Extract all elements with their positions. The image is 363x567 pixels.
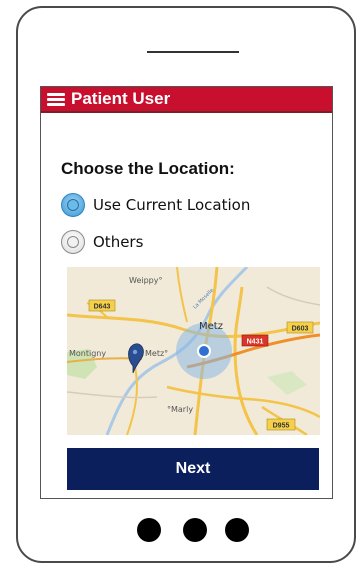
radio-label-current-location: Use Current Location — [93, 196, 251, 214]
svg-text:D955: D955 — [273, 423, 290, 430]
svg-text:D603: D603 — [292, 326, 309, 333]
road-shield-d955: D955 — [266, 418, 296, 431]
app-screen: Patient User Choose the Location: Use Cu… — [40, 86, 333, 499]
radio-others[interactable]: Others — [61, 229, 143, 255]
app-title: Patient User — [71, 89, 171, 108]
road-shield-d643: D643 — [88, 299, 116, 312]
map-label-metz: Metz — [199, 321, 223, 332]
radio-use-current-location[interactable]: Use Current Location — [61, 192, 250, 218]
radio-label-others: Others — [93, 233, 144, 251]
road-shield-n431: N431 — [241, 334, 269, 347]
road-shield-d603: D603 — [286, 321, 314, 334]
map-label-metz-small: Metz° — [145, 349, 168, 358]
hamburger-icon[interactable] — [47, 92, 65, 106]
radio-button-unselected[interactable] — [61, 230, 85, 254]
app-bar: Patient User — [41, 87, 332, 113]
radio-button-selected[interactable] — [61, 193, 85, 217]
nav-dot-3[interactable] — [225, 518, 249, 542]
location-heading: Choose the Location: — [61, 159, 235, 178]
svg-text:D643: D643 — [94, 304, 111, 311]
map-label-weippy: Weippy° — [129, 276, 162, 285]
svg-text:N431: N431 — [247, 339, 264, 346]
map-label-montigny: Montigny — [69, 349, 106, 358]
phone-speaker — [147, 51, 239, 53]
current-location-dot-icon[interactable] — [199, 346, 209, 356]
map-label-marly: °Marly — [167, 405, 193, 414]
location-map[interactable]: D643 D603 N431 D955 Weippy° Metz Montign… — [67, 267, 320, 435]
nav-dot-1[interactable] — [137, 518, 161, 542]
next-button[interactable]: Next — [67, 448, 319, 490]
nav-dot-2[interactable] — [183, 518, 207, 542]
